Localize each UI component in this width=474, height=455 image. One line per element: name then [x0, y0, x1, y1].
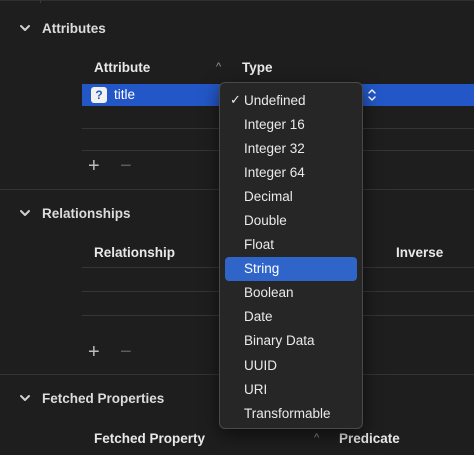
- menu-item-label: Date: [244, 309, 273, 325]
- type-column-header[interactable]: Type: [242, 60, 273, 75]
- type-popup-menu[interactable]: ✓ Undefined Integer 16 Integer 32 Integer 64…: [219, 82, 363, 429]
- sort-ascending-icon[interactable]: ^: [216, 61, 221, 73]
- relationships-title: Relationships: [42, 205, 131, 221]
- add-relationship-button[interactable]: +: [88, 342, 100, 362]
- unknown-type-icon: ?: [91, 87, 107, 103]
- chevron-down-icon[interactable]: [18, 21, 32, 35]
- popup-stepper-icon[interactable]: [367, 88, 377, 102]
- relationship-column-header[interactable]: Relationship: [94, 245, 175, 260]
- menu-item-integer-16[interactable]: Integer 16: [225, 112, 357, 136]
- chevron-down-icon[interactable]: [18, 206, 32, 220]
- predicate-column-header[interactable]: Predicate: [339, 431, 400, 446]
- menu-item-boolean[interactable]: Boolean: [225, 281, 357, 305]
- menu-item-label: Integer 64: [244, 164, 305, 180]
- attribute-name[interactable]: title: [114, 87, 135, 102]
- menu-item-label: Decimal: [244, 188, 293, 204]
- menu-item-label: Undefined: [244, 92, 306, 108]
- fetched-property-column-header[interactable]: Fetched Property: [94, 431, 205, 446]
- menu-item-string[interactable]: String: [225, 256, 357, 281]
- attributes-title: Attributes: [42, 20, 106, 36]
- attributes-section-header[interactable]: Attributes: [0, 14, 474, 42]
- menu-item-double[interactable]: Double: [225, 208, 357, 232]
- menu-item-label: Integer 16: [244, 116, 305, 132]
- menu-item-date[interactable]: Date: [225, 305, 357, 329]
- fetched-properties-title: Fetched Properties: [42, 390, 165, 406]
- menu-item-float[interactable]: Float: [225, 233, 357, 257]
- menu-item-label: Float: [244, 237, 275, 253]
- sort-ascending-icon[interactable]: ^: [314, 432, 319, 444]
- menu-item-transformable[interactable]: Transformable: [225, 401, 357, 425]
- attributes-table: Attribute ^ Type: [82, 55, 474, 81]
- menu-item-uri[interactable]: URI: [225, 377, 357, 401]
- attribute-column-header[interactable]: Attribute: [94, 60, 150, 75]
- menu-item-label: Integer 32: [244, 140, 305, 156]
- chevron-down-icon[interactable]: [18, 391, 32, 405]
- add-attribute-button[interactable]: +: [88, 156, 100, 176]
- menu-item-uuid[interactable]: UUID: [225, 353, 357, 377]
- menu-item-label: Double: [244, 213, 287, 229]
- menu-item-integer-32[interactable]: Integer 32: [225, 136, 357, 160]
- menu-item-binary-data[interactable]: Binary Data: [225, 329, 357, 353]
- remove-attribute-button[interactable]: −: [120, 156, 132, 176]
- menu-item-integer-64[interactable]: Integer 64: [225, 160, 357, 184]
- attributes-add-remove: + −: [88, 156, 148, 176]
- menu-item-label: Transformable: [244, 405, 331, 421]
- menu-item-label: URI: [244, 381, 268, 397]
- fetched-properties-table: Fetched Property ^ Predicate: [82, 426, 474, 452]
- top-toolbar-edge: [0, 0, 474, 4]
- checkmark-icon: ✓: [230, 92, 241, 107]
- menu-item-undefined[interactable]: ✓ Undefined: [225, 88, 357, 112]
- menu-item-label: String: [244, 261, 280, 277]
- menu-item-label: Boolean: [244, 285, 294, 301]
- menu-item-label: UUID: [244, 357, 277, 373]
- inverse-column-header[interactable]: Inverse: [396, 245, 443, 260]
- menu-item-decimal[interactable]: Decimal: [225, 184, 357, 208]
- menu-item-label: Binary Data: [244, 333, 315, 349]
- fetched-properties-table-header: Fetched Property ^ Predicate: [82, 426, 474, 452]
- remove-relationship-button[interactable]: −: [120, 342, 132, 362]
- relationships-add-remove: + −: [88, 342, 148, 362]
- attributes-table-header: Attribute ^ Type: [82, 55, 474, 81]
